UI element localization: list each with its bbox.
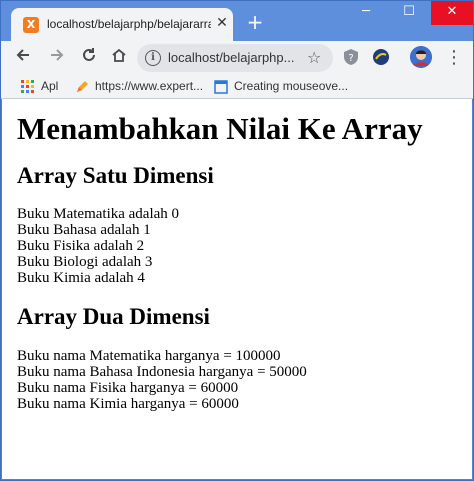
forward-button[interactable] <box>45 46 69 70</box>
tab-close-icon[interactable]: ✕ <box>214 15 230 31</box>
page-title: Menambahkan Nilai Ke Array <box>17 111 423 146</box>
address-bar[interactable]: i localhost/belajarphp... ☆ <box>137 44 333 72</box>
list-item: Buku nama Bahasa Indonesia harganya = 50… <box>17 364 307 380</box>
apps-grid-icon <box>21 79 34 93</box>
bookmark-expert[interactable]: https://www.expert... <box>75 77 203 95</box>
pen-icon <box>77 80 88 92</box>
tab-strip: X localhost/belajarphp/belajararray ✕ + … <box>1 1 473 41</box>
section-title-two-dimension: Array Dua Dimensi <box>17 304 210 329</box>
list-item: Buku Biologi adalah 3 <box>17 254 153 270</box>
bookmark-apps[interactable]: Apl <box>21 77 58 95</box>
xampp-favicon-icon: X <box>23 17 39 33</box>
bookmark-star-icon[interactable]: ☆ <box>307 48 321 67</box>
info-icon[interactable]: i <box>145 50 161 66</box>
minimize-button[interactable]: ─ <box>345 1 387 25</box>
page-content: Menambahkan Nilai Ke Array Array Satu Di… <box>2 99 472 479</box>
list-item: Buku Fisika adalah 2 <box>17 238 145 254</box>
close-window-button[interactable]: ✕ <box>431 1 473 25</box>
back-button[interactable] <box>11 46 35 70</box>
profile-avatar[interactable] <box>410 46 432 68</box>
bookmarks-bar: Apl https://www.expert... Creating mouse… <box>1 74 473 99</box>
svg-text:?: ? <box>348 53 353 64</box>
extension-icon[interactable] <box>372 48 390 66</box>
tab-active[interactable]: X localhost/belajarphp/belajararray ✕ <box>11 8 233 41</box>
browser-window: X localhost/belajarphp/belajararray ✕ + … <box>0 0 474 481</box>
list-item: Buku nama Matematika harganya = 100000 <box>17 348 281 364</box>
new-tab-button[interactable]: + <box>245 12 265 32</box>
bookmark-label: Apl <box>41 79 59 93</box>
home-button[interactable] <box>107 46 131 70</box>
list-item: Buku Matematika adalah 0 <box>17 206 180 222</box>
list-item: Buku Bahasa adalah 1 <box>17 222 151 238</box>
reload-icon <box>83 48 95 61</box>
maximize-button[interactable]: ☐ <box>388 1 430 25</box>
list-item: Buku nama Kimia harganya = 60000 <box>17 396 239 412</box>
reload-button[interactable] <box>77 46 101 70</box>
list-item: Buku nama Fisika harganya = 60000 <box>17 380 239 396</box>
home-icon <box>112 48 126 62</box>
bookmark-creating-mouseover[interactable]: Creating mouseove... <box>214 77 348 95</box>
one-dimension-list: Buku Matematika adalah 0 Buku Bahasa ada… <box>17 206 179 286</box>
shield-extension-icon[interactable]: ? <box>342 48 360 66</box>
page-icon <box>214 80 228 94</box>
url-text[interactable]: localhost/belajarphp... <box>168 50 298 65</box>
list-item: Buku Kimia adalah 4 <box>17 270 145 286</box>
back-arrow-icon <box>16 49 29 61</box>
forward-arrow-icon <box>51 49 64 61</box>
browser-toolbar: i localhost/belajarphp... ☆ ? ⋮ <box>1 41 473 74</box>
bookmark-label: https://www.expert... <box>95 79 204 93</box>
bookmark-label: Creating mouseove... <box>234 79 349 93</box>
tab-title: localhost/belajarphp/belajararray <box>47 17 211 31</box>
two-dimension-list: Buku nama Matematika harganya = 100000 B… <box>17 348 307 412</box>
section-title-one-dimension: Array Satu Dimensi <box>17 163 214 188</box>
more-menu-icon[interactable]: ⋮ <box>444 46 464 70</box>
